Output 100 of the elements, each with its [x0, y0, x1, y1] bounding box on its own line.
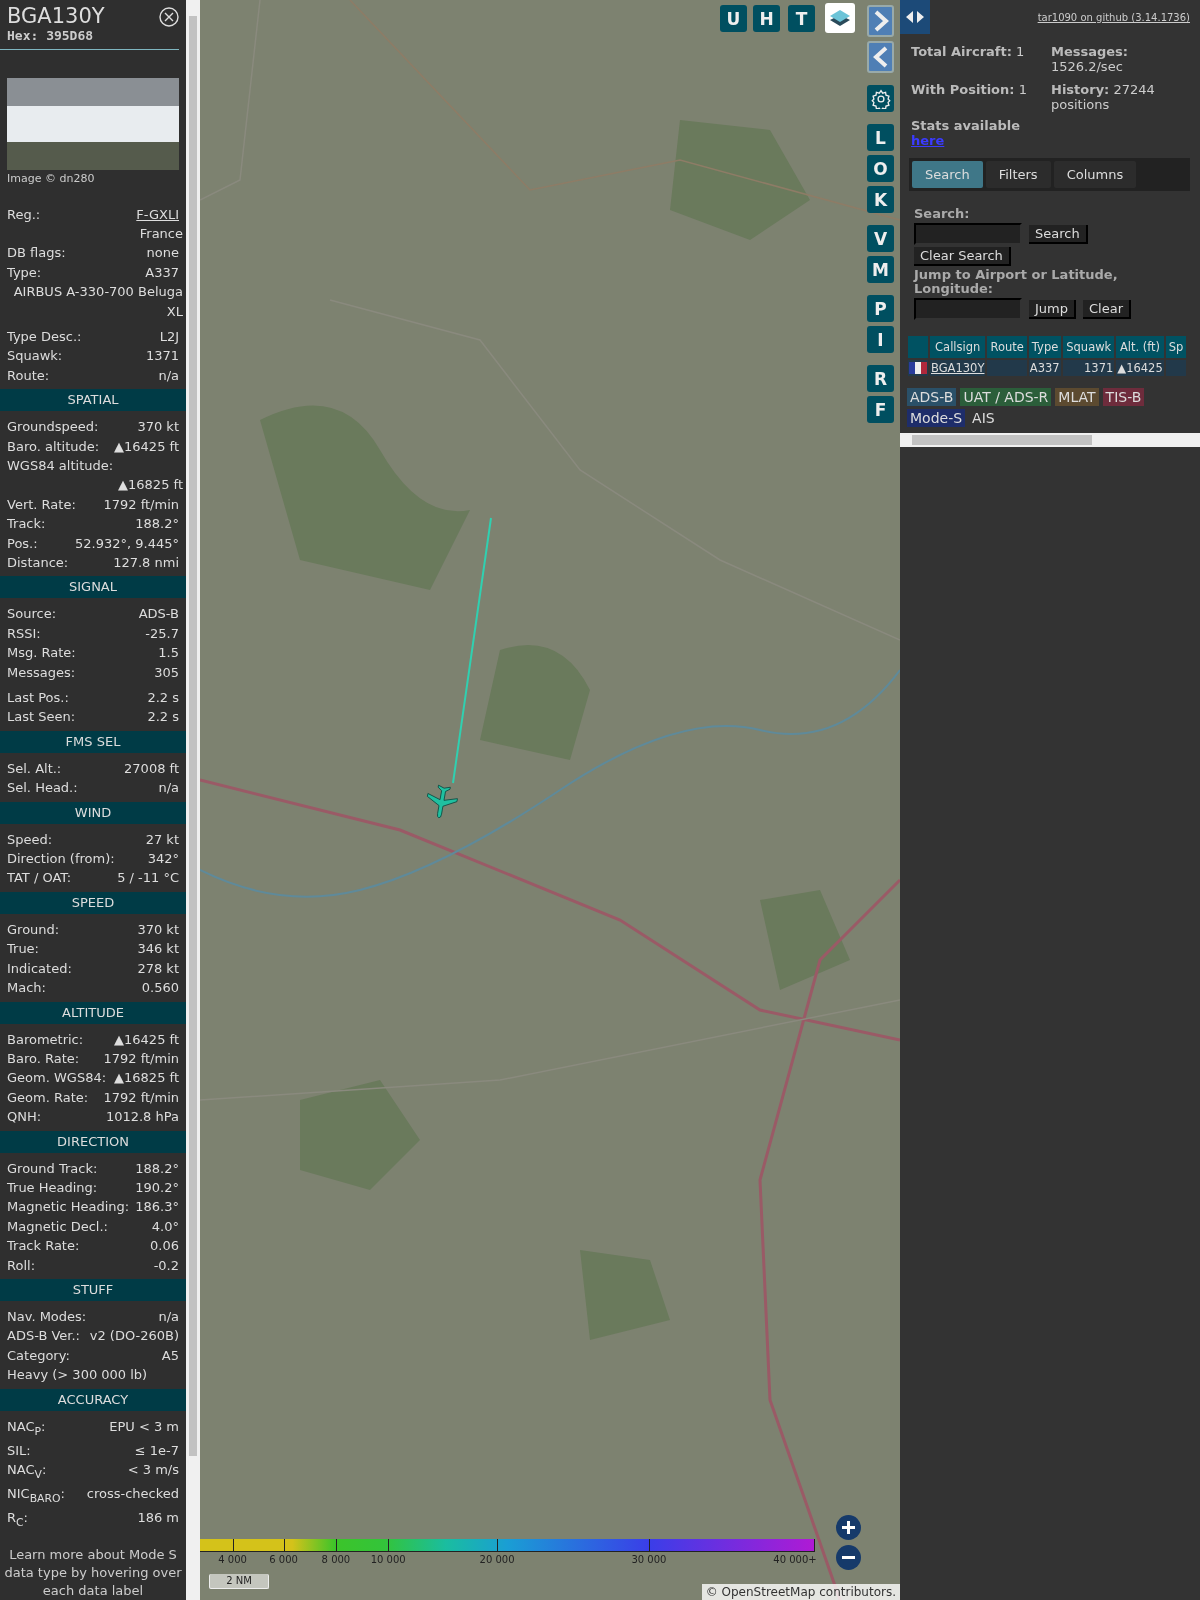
stat-text: With Position: 1	[911, 82, 1028, 99]
field-label: Roll:	[7, 1256, 35, 1275]
map-toggle-button[interactable]: F	[867, 396, 894, 423]
jump-field[interactable]	[914, 298, 1022, 320]
field-value: n/a	[157, 366, 179, 385]
field-label: Geom. WGS84:	[7, 1069, 107, 1088]
field-label: Last Pos.:	[7, 689, 69, 708]
tab[interactable]: Columns	[1053, 161, 1137, 188]
field-label: Mach:	[7, 979, 46, 998]
field-label: Magnetic Heading:	[7, 1198, 130, 1217]
altitude-tick-label: 20 000	[479, 1554, 515, 1565]
altitude-tick-label: 6 000	[269, 1554, 298, 1565]
column-header[interactable]: Squawk	[1063, 336, 1115, 358]
field-value: 2.2 s	[146, 689, 179, 708]
section-header: ACCURACY	[0, 1388, 186, 1411]
map-toggle-button[interactable]: H	[753, 5, 780, 32]
field-label: True:	[7, 940, 39, 959]
field-label: TAT / OAT:	[7, 869, 72, 888]
map-toggle-button[interactable]: R	[867, 365, 894, 392]
source-legend-tag: UAT / ADS-R	[960, 388, 1052, 406]
callsign-link[interactable]: BGA130Y	[930, 360, 986, 376]
column-header[interactable]: Route	[987, 336, 1027, 358]
table-cell: A337	[1028, 360, 1062, 376]
field-label: Sel. Alt.:	[7, 759, 62, 778]
field-value: -25.7	[144, 624, 179, 643]
section-header: SPEED	[0, 891, 186, 914]
field-value: France	[139, 224, 183, 243]
field-label: Messages:	[7, 663, 76, 682]
field-label: Route:	[7, 366, 50, 385]
field-value: ▲16825 ft	[118, 476, 183, 495]
field-label: Geom. Rate:	[7, 1088, 89, 1107]
layers-icon	[828, 7, 852, 29]
map-toggle-button[interactable]: M	[867, 256, 894, 283]
field-value: 370 kt	[136, 418, 179, 437]
map-toggle-button[interactable]: K	[867, 186, 894, 213]
field-value: -0.2	[152, 1256, 179, 1275]
altitude-tick-label: 10 000	[370, 1554, 406, 1565]
column-header[interactable]: Callsign	[930, 336, 986, 358]
settings-button[interactable]	[867, 85, 894, 112]
next-button[interactable]	[867, 5, 894, 37]
clear-button[interactable]: Clear	[1083, 299, 1131, 319]
map-toggle-button[interactable]: T	[788, 5, 815, 32]
altitude-tick-label: 4 000	[218, 1554, 247, 1565]
registration-link[interactable]: F-GXLI	[132, 204, 179, 224]
column-header[interactable]: Alt. (ft)	[1116, 336, 1164, 358]
left-right-arrows-icon	[905, 10, 925, 24]
close-icon[interactable]	[159, 7, 179, 27]
column-header[interactable]: Sp	[1165, 336, 1187, 358]
section-header: SIGNAL	[0, 576, 186, 599]
source-legend-tag: Mode-S	[907, 409, 966, 427]
field-value: 342°	[146, 850, 179, 869]
column-header	[908, 336, 928, 358]
stats-note: Stats available	[911, 118, 1021, 133]
column-header[interactable]: Type	[1028, 336, 1062, 358]
field-label: Reg.:	[7, 205, 41, 224]
tab[interactable]: Search	[912, 161, 983, 188]
field-value: 2.2 s	[146, 708, 179, 727]
field-value: ▲16425 ft	[113, 437, 179, 456]
map-toggle-button[interactable]: V	[867, 225, 894, 252]
field-value: 186.3°	[134, 1198, 179, 1217]
section-header: SPATIAL	[0, 389, 186, 412]
chevron-right-icon	[872, 10, 889, 32]
field-label: Direction (from):	[7, 850, 115, 869]
field-label: Groundspeed:	[7, 418, 99, 437]
field-label: Track:	[7, 515, 46, 534]
field-value: A5	[160, 1346, 179, 1365]
field-label: Baro. Rate:	[7, 1049, 80, 1068]
layers-button[interactable]	[825, 3, 855, 33]
map-toggle-button[interactable]: P	[867, 295, 894, 322]
stat-text: Messages: 1526.2/sec	[1051, 44, 1130, 74]
field-value: none	[145, 244, 179, 263]
field-value: 4.0°	[150, 1217, 179, 1236]
map-toggle-button[interactable]: L	[867, 124, 894, 151]
panel-toggle-button[interactable]	[900, 0, 930, 34]
vertical-scrollbar[interactable]	[186, 0, 200, 1600]
field-value: 1.5	[157, 644, 179, 663]
field-label: NAC$_{P}$:	[7, 1417, 46, 1440]
jump-button[interactable]: Jump	[1029, 299, 1076, 319]
field-value: 346 kt	[136, 940, 179, 959]
github-link[interactable]: tar1090 on github (3.14.1736)	[1037, 12, 1190, 23]
section-header: STUFF	[0, 1278, 186, 1301]
field-value: 27008 ft	[123, 759, 179, 778]
search-button[interactable]: Search	[1029, 224, 1088, 244]
previous-button[interactable]	[867, 41, 894, 73]
field-value: n/a	[157, 779, 179, 798]
field-label: R$_{C}$:	[7, 1509, 28, 1531]
search-field[interactable]	[914, 223, 1022, 245]
map-toggle-button[interactable]: O	[867, 155, 894, 182]
field-label: Barometric:	[7, 1030, 84, 1049]
field-label: Vert. Rate:	[7, 495, 76, 514]
field-label: Type:	[7, 263, 42, 282]
field-label: Ground Track:	[7, 1159, 98, 1178]
section-header: ALTITUDE	[0, 1001, 186, 1024]
map-toggle-button[interactable]: I	[867, 326, 894, 353]
map-toggle-button[interactable]: U	[720, 5, 747, 32]
section-header: WIND	[0, 801, 186, 824]
field-label: Pos.:	[7, 534, 38, 553]
horizontal-scrollbar[interactable]	[900, 433, 1200, 447]
tab[interactable]: Filters	[985, 161, 1051, 188]
clear-search-button[interactable]: Clear Search	[914, 247, 1011, 266]
